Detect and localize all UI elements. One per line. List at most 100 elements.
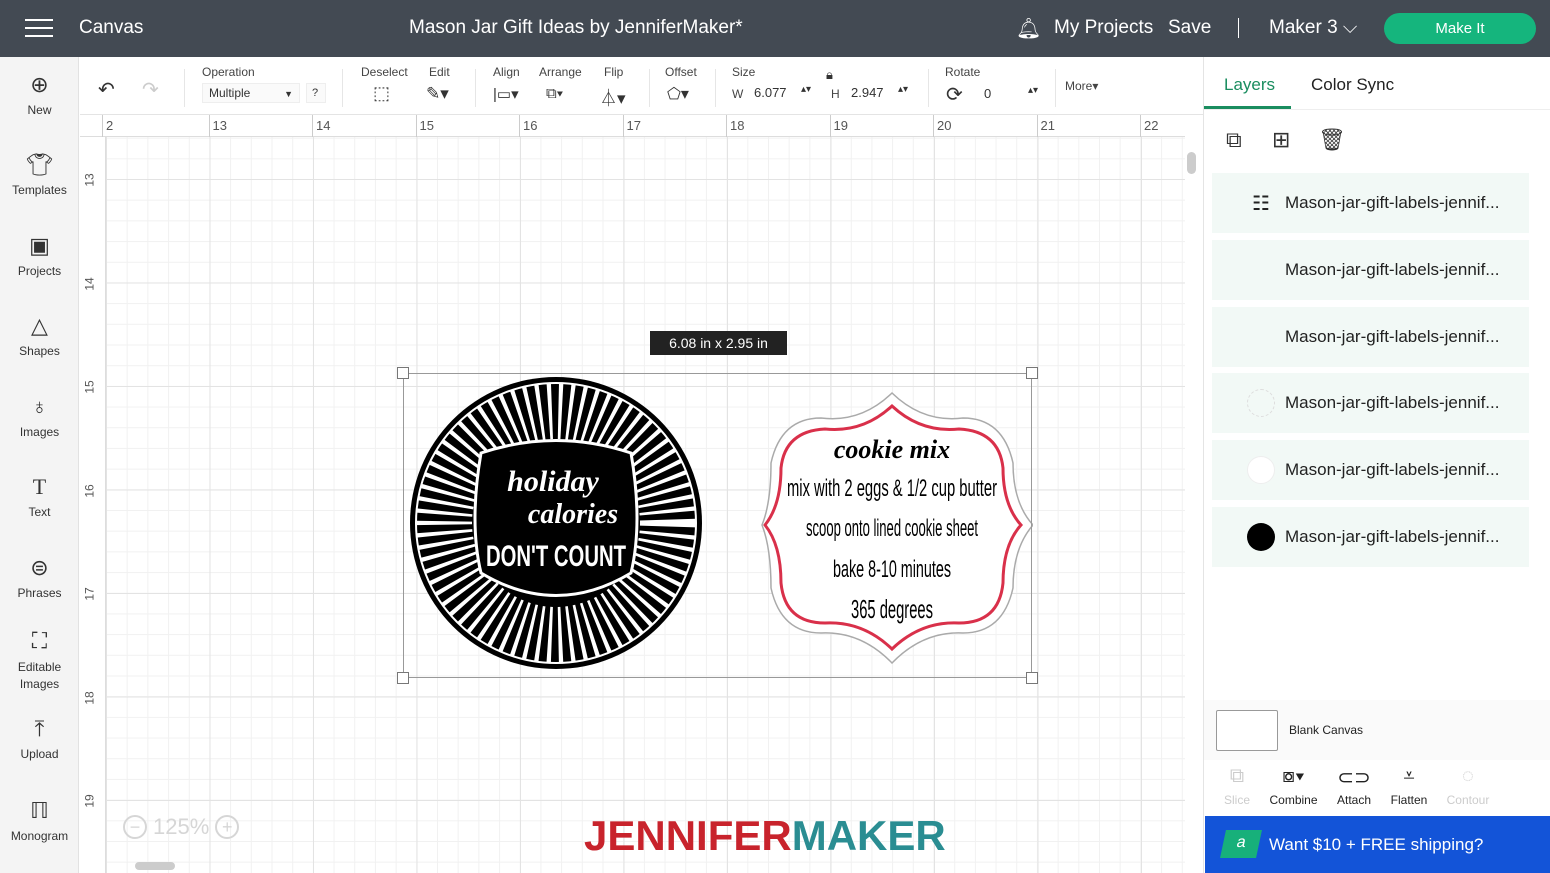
sidebar-item-projects[interactable]: ▣ Projects xyxy=(0,232,79,278)
zoom-in-icon[interactable]: + xyxy=(215,815,240,839)
layers-panel: Layers Color Sync ⧉ ⊞ 🗑︎ ☷ Mason-jar-gift… xyxy=(1203,57,1550,873)
blank-canvas-row[interactable]: Blank Canvas xyxy=(1204,700,1550,760)
layer-item[interactable]: ☷ Mason-jar-gift-labels-jennif... xyxy=(1212,173,1529,233)
width-label: W xyxy=(732,87,744,101)
upload-icon: ⤒ xyxy=(34,716,45,741)
caret-down-icon: ▼ xyxy=(284,89,293,99)
size-tooltip: 6.08 in x 2.95 in xyxy=(650,331,787,355)
ruler-tick-label: 22 xyxy=(1139,115,1159,137)
sidebar-item-images[interactable]: ♁ Images xyxy=(0,393,79,439)
deselect-icon[interactable]: ⬚ xyxy=(373,83,390,104)
sidebar-item-new[interactable]: ⊕ New xyxy=(0,71,79,117)
layer-item[interactable]: Mason-jar-gift-labels-jennif... xyxy=(1212,373,1529,433)
undo-icon[interactable]: ↶ xyxy=(98,77,115,102)
ruler-tick-label: 15 xyxy=(415,115,434,137)
ruler-tick-label: 14 xyxy=(82,276,97,291)
stepper-icon[interactable]: ▴▾ xyxy=(1028,85,1038,96)
make-it-button[interactable]: Make It xyxy=(1384,13,1536,44)
blank-canvas-label: Blank Canvas xyxy=(1289,723,1364,737)
lock-icon[interactable]: 🔒︎ xyxy=(826,67,833,83)
flip-icon[interactable]: ⏃▾ xyxy=(600,84,626,109)
paperclip-icon: ⊂⊃ xyxy=(1337,767,1371,789)
stepper-icon[interactable]: ▴▾ xyxy=(898,84,908,95)
white-swatch-icon xyxy=(1247,456,1275,484)
zoom-out-icon[interactable]: − xyxy=(123,815,147,839)
resize-handle[interactable] xyxy=(397,672,409,684)
zoom-level: 125% xyxy=(153,814,210,839)
contour-button[interactable]: ◌ Contour xyxy=(1444,765,1492,807)
bell-icon[interactable]: 🔔︎ xyxy=(1016,16,1041,41)
action-label: Contour xyxy=(1446,793,1490,807)
align-icon[interactable]: |▭▾ xyxy=(493,85,519,103)
sidebar-item-phrases[interactable]: ⊜ Phrases xyxy=(0,554,79,600)
ruler-tick-label: 19 xyxy=(829,115,848,137)
help-button[interactable]: ? xyxy=(306,83,326,103)
sidebar-item-label: Templates xyxy=(12,183,67,197)
machine-select[interactable]: Maker 3 ⌵ xyxy=(1269,17,1357,39)
plus-circle-icon: ⊕ xyxy=(30,72,49,97)
sidebar-item-shapes[interactable]: △ Shapes xyxy=(0,312,79,358)
layer-name: Mason-jar-gift-labels-jennif... xyxy=(1285,393,1500,412)
group-icon[interactable]: ⧉ xyxy=(1226,127,1242,153)
combine-button[interactable]: ⧇▾ Combine xyxy=(1266,765,1321,807)
more-button[interactable]: More▾ xyxy=(1065,79,1098,93)
operation-select[interactable]: Multiple ▼ xyxy=(202,83,300,103)
arrange-icon[interactable]: ⧉▾ xyxy=(546,85,563,102)
ruler-tick-label: 18 xyxy=(82,690,97,705)
selection-box[interactable] xyxy=(397,367,1038,684)
slice-icon: ⧉ xyxy=(1229,765,1245,787)
vertical-scrollbar[interactable] xyxy=(1187,152,1196,174)
slice-button[interactable]: ⧉ Slice xyxy=(1219,765,1255,807)
divider xyxy=(475,69,476,107)
ruler-tick-label: 16 xyxy=(82,483,97,498)
layer-item[interactable]: Mason-jar-gift-labels-jennif... xyxy=(1212,507,1529,567)
hamburger-icon[interactable] xyxy=(25,19,53,37)
pencil-icon[interactable]: ✎▾ xyxy=(426,84,449,104)
text-icon: T xyxy=(32,474,47,499)
canvas-swatch[interactable] xyxy=(1216,710,1278,751)
layer-item[interactable]: Mason-jar-gift-labels-jennif... xyxy=(1212,440,1529,500)
action-label: Combine xyxy=(1269,793,1318,807)
tab-layers[interactable]: Layers xyxy=(1224,75,1275,95)
resize-handle[interactable] xyxy=(397,367,409,379)
flatten-button[interactable]: ⩡ Flatten xyxy=(1387,765,1431,807)
size-label: Size xyxy=(732,65,756,79)
sidebar-item-editable-images[interactable]: ⛶ Editable Images xyxy=(0,627,79,693)
sidebar: ⊕ New 👕︎ Templates ▣ Projects △ Shapes ♁ Imag… xyxy=(0,57,79,873)
layer-name: Mason-jar-gift-labels-jennif... xyxy=(1285,260,1500,279)
promo-banner[interactable]: a Want $10 + FREE shipping? xyxy=(1205,816,1550,873)
attach-button[interactable]: ⊂⊃ Attach xyxy=(1334,765,1374,807)
rotate-icon[interactable]: ⟳ xyxy=(946,82,963,107)
redo-icon[interactable]: ↷ xyxy=(142,77,159,102)
save-button[interactable]: Save xyxy=(1168,17,1211,39)
operation-value: Multiple xyxy=(209,86,251,100)
sidebar-item-label: Images xyxy=(19,425,60,439)
pattern-swatch-icon: ☷ xyxy=(1252,192,1270,215)
width-input[interactable]: 6.077 ▴▾ xyxy=(748,83,813,103)
resize-handle[interactable] xyxy=(1026,367,1038,379)
tab-color-sync[interactable]: Color Sync xyxy=(1311,75,1394,95)
offset-label: Offset xyxy=(665,65,697,79)
logo-right: MAKER xyxy=(791,812,946,859)
offset-icon[interactable]: ⬠▾ xyxy=(667,84,689,104)
rotate-input[interactable]: 0 ▴▾ xyxy=(978,84,1040,104)
sidebar-item-text[interactable]: T Text xyxy=(0,473,79,519)
layer-item[interactable]: Mason-jar-gift-labels-jennif... xyxy=(1212,307,1529,367)
sidebar-item-templates[interactable]: 👕︎ Templates xyxy=(0,151,79,197)
duplicate-icon[interactable]: ⊞ xyxy=(1272,127,1290,153)
more-label: More xyxy=(1065,79,1093,93)
trash-icon[interactable]: 🗑︎ xyxy=(1318,127,1346,153)
horizontal-scrollbar[interactable] xyxy=(135,862,175,870)
lightbulb-icon: ♁ xyxy=(31,394,48,419)
my-projects-button[interactable]: My Projects xyxy=(1054,17,1153,39)
sidebar-item-upload[interactable]: ⤒ Upload xyxy=(0,715,79,761)
editable-image-icon: ⛶ xyxy=(31,628,48,653)
sidebar-item-label: Monogram xyxy=(10,829,69,843)
height-input[interactable]: 2.947 ▴▾ xyxy=(845,83,910,103)
sidebar-item-monogram[interactable]: ℿ Monogram xyxy=(0,797,79,843)
jennifermaker-logo: JENNIFERMAKER xyxy=(584,812,946,860)
stepper-icon[interactable]: ▴▾ xyxy=(801,84,811,95)
layer-item[interactable]: Mason-jar-gift-labels-jennif... xyxy=(1212,240,1529,300)
sidebar-item-label: New xyxy=(27,103,52,117)
resize-handle[interactable] xyxy=(1026,672,1038,684)
